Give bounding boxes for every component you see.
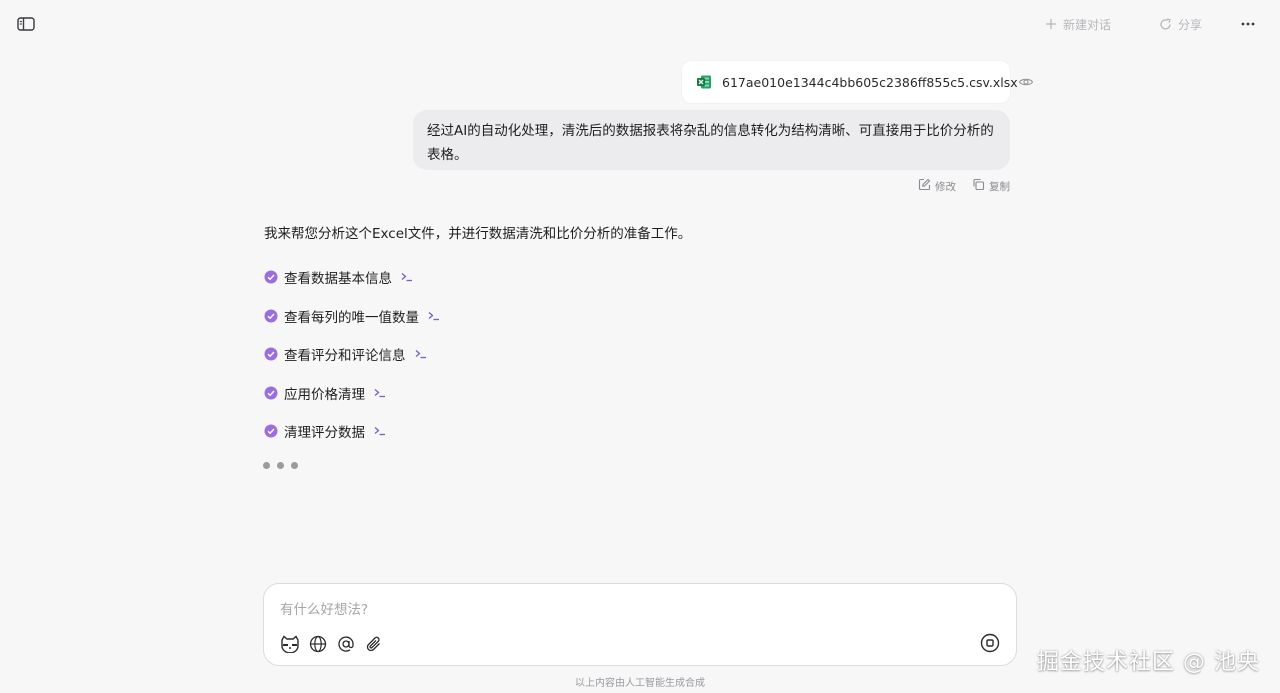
top-actions: 新建对话 分享 [1039, 12, 1260, 36]
user-message-text: 经过AI的自动化处理，清洗后的数据报表将杂乱的信息转化为结构清晰、可直接用于比价… [427, 123, 994, 163]
stop-generation-icon[interactable] [980, 633, 1000, 653]
check-circle-icon [264, 309, 278, 323]
task-item: 清理评分数据 [264, 412, 441, 451]
edit-message-button[interactable]: 修改 [918, 178, 956, 194]
preview-eye-icon[interactable] [1018, 74, 1034, 90]
typing-dot [263, 462, 270, 469]
copy-message-button[interactable]: 复制 [972, 178, 1010, 194]
task-list: 查看数据基本信息 查看每列的唯一值数量 查看评分和评论信息 应用价格清理 清理评… [264, 258, 441, 451]
task-item: 查看评分和评论信息 [264, 335, 441, 374]
excel-file-icon [696, 74, 712, 90]
check-circle-icon [264, 386, 278, 400]
copy-icon [972, 178, 985, 194]
new-chat-label: 新建对话 [1062, 17, 1111, 32]
terminal-icon[interactable] [400, 270, 414, 284]
attachment-card[interactable]: 617ae010e1344c4bb605c2386ff855c5.csv.xls… [682, 61, 1033, 103]
task-label: 查看每列的唯一值数量 [284, 309, 419, 326]
terminal-icon[interactable] [414, 347, 428, 361]
task-item: 查看每列的唯一值数量 [264, 297, 441, 336]
attachment-file-name: 617ae010e1344c4bb605c2386ff855c5.csv.xls… [722, 74, 1018, 90]
globe-icon[interactable] [308, 634, 328, 654]
check-circle-icon [264, 270, 278, 284]
watermark: 掘金技术社区 @ 池央 [1037, 650, 1260, 675]
copy-label: 复制 [989, 180, 1010, 193]
agent-mascot-icon[interactable] [280, 634, 300, 654]
check-circle-icon [264, 424, 278, 438]
edit-icon [918, 178, 931, 194]
task-label: 应用价格清理 [284, 386, 365, 403]
terminal-icon[interactable] [373, 424, 387, 438]
task-label: 查看评分和评论信息 [284, 348, 406, 365]
message-actions: 修改 复制 [918, 178, 1010, 194]
new-chat-button[interactable]: 新建对话 [1039, 12, 1117, 36]
paperclip-icon[interactable] [364, 634, 384, 654]
task-item: 应用价格清理 [264, 374, 441, 413]
plus-icon [1045, 18, 1057, 30]
composer-tools [280, 634, 384, 654]
more-options-icon[interactable] [1236, 12, 1260, 36]
task-label: 清理评分数据 [284, 425, 365, 442]
terminal-icon[interactable] [373, 386, 387, 400]
task-label: 查看数据基本信息 [284, 271, 392, 288]
assistant-intro-text: 我来帮您分析这个Excel文件，并进行数据清洗和比价分析的准备工作。 [264, 226, 692, 242]
share-icon [1159, 17, 1172, 31]
terminal-icon[interactable] [427, 309, 441, 323]
typing-indicator [263, 462, 298, 469]
check-circle-icon [264, 347, 278, 361]
message-input[interactable] [280, 599, 980, 621]
top-bar: 新建对话 分享 [0, 0, 1280, 48]
task-item: 查看数据基本信息 [264, 258, 441, 297]
share-label: 分享 [1177, 17, 1202, 32]
typing-dot [291, 462, 298, 469]
share-button[interactable]: 分享 [1153, 12, 1208, 36]
user-message-bubble: 经过AI的自动化处理，清洗后的数据报表将杂乱的信息转化为结构清晰、可直接用于比价… [413, 110, 1010, 170]
edit-label: 修改 [935, 180, 956, 193]
sidebar-toggle-icon[interactable] [14, 14, 38, 34]
ai-disclaimer: 以上内容由人工智能生成合成 [575, 678, 705, 689]
mention-at-icon[interactable] [336, 634, 356, 654]
typing-dot [277, 462, 284, 469]
message-composer [263, 583, 1017, 666]
